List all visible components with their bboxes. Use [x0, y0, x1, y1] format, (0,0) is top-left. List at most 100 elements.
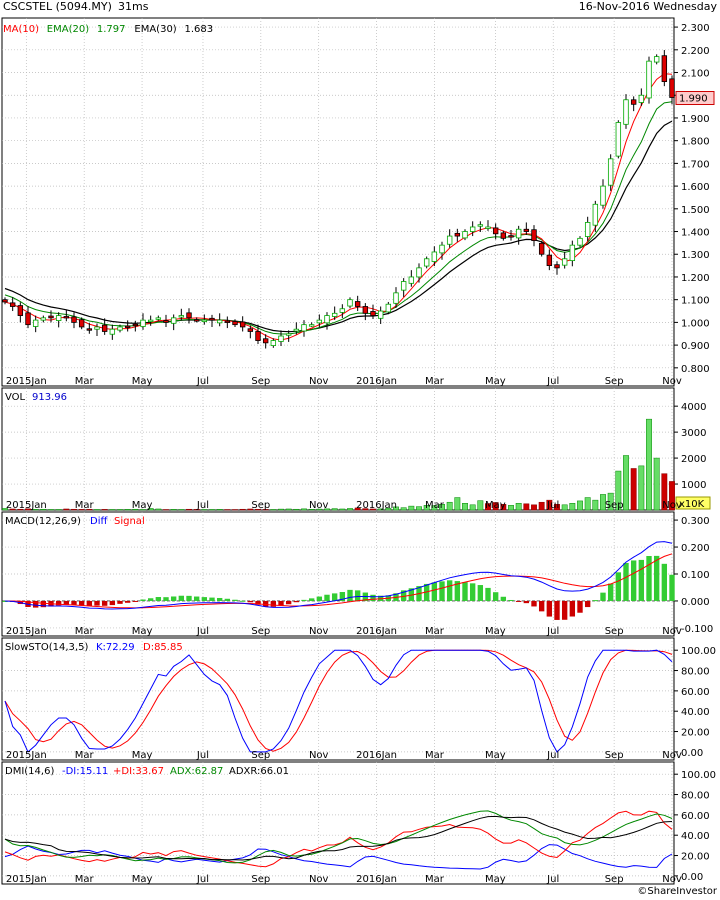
volume-bar: [186, 508, 192, 511]
candle-body: [615, 122, 622, 157]
macd-histogram-bar: [477, 585, 484, 601]
stock-chart[interactable]: 2.3002.2002.1002.0001.9001.8001.7001.600…: [0, 0, 720, 900]
candle-body: [40, 317, 47, 321]
volume-ytick-label: 1000: [681, 480, 706, 491]
price-legend-item: 1.797: [97, 24, 126, 35]
macd-histogram-bar: [554, 600, 560, 620]
candle-body: [400, 281, 407, 291]
candle-body: [224, 320, 231, 323]
macd-histogram-bar: [561, 600, 568, 620]
macd-histogram-bar: [523, 600, 530, 604]
macd-histogram-bar: [308, 598, 315, 601]
macd-histogram-bar: [140, 599, 146, 601]
sto-month-label: Jul: [546, 750, 559, 761]
candle-body: [485, 226, 491, 229]
candle-body: [147, 319, 154, 323]
candle-body: [531, 229, 537, 242]
macd-histogram-bar: [170, 596, 177, 601]
dmi-plus-di-legend: +DI:33.67: [113, 766, 164, 777]
sto-month-label: Mar: [425, 750, 445, 761]
price-ytick-label: 1.600: [681, 182, 710, 193]
candle-body: [477, 224, 484, 227]
candle-body: [178, 315, 185, 318]
volume-bar: [155, 508, 162, 511]
macd-histogram-bar: [347, 589, 353, 601]
price-month-label: Mar: [425, 376, 445, 387]
volume-bar: [339, 508, 346, 511]
macd-histogram-bar: [584, 600, 591, 608]
macd-histogram-bar: [124, 600, 131, 603]
dmi-ytick-label: 80.00: [681, 791, 710, 802]
macd-histogram-bar: [469, 583, 476, 601]
volume-bar: [515, 503, 522, 511]
candle-body: [124, 325, 131, 328]
candle-body: [324, 315, 330, 324]
dmi-month-label: Jul: [196, 874, 209, 885]
volume-ytick-label: 2000: [681, 454, 706, 465]
volume-month-label: Jul: [196, 500, 209, 511]
macd-histogram-bar: [224, 598, 231, 601]
price-month-label: Sep: [605, 376, 624, 387]
dmi-ytick-label: 40.00: [681, 831, 710, 842]
macd-month-label: May: [485, 626, 506, 637]
dmi-month-label: May: [485, 874, 506, 885]
candle-body: [500, 232, 507, 239]
macd-histogram-bar: [316, 596, 323, 601]
candle-body: [293, 328, 300, 332]
price-ytick-label: 1.200: [681, 273, 710, 284]
candle-body: [132, 323, 139, 327]
macd-histogram-bar: [186, 595, 192, 601]
candle-body: [155, 317, 162, 320]
macd-month-label: May: [132, 626, 153, 637]
price-month-label: Jul: [546, 376, 559, 387]
candle-body: [63, 316, 70, 319]
volume-bar: [278, 508, 284, 511]
macd-ytick-label: 0.000: [681, 597, 710, 608]
volume-bar: [163, 509, 169, 511]
macd-histogram-bar: [446, 580, 453, 601]
dmi-month-label: Nov: [662, 874, 682, 885]
candle-body: [362, 306, 369, 314]
macd-histogram-bar: [600, 592, 606, 601]
price-month-label: May: [485, 376, 506, 387]
macd-histogram-bar: [531, 600, 537, 607]
volume-bar: [469, 504, 476, 511]
price-ytick-label: 2.100: [681, 69, 710, 80]
candle-body: [630, 99, 637, 105]
macd-histogram-bar: [147, 598, 154, 601]
macd-histogram-bar: [462, 582, 468, 601]
macd-histogram-bar: [270, 600, 277, 607]
sto-ytick-label: 100.00: [681, 646, 716, 657]
candle-body: [17, 305, 24, 316]
dmi-month-label: Sep: [605, 874, 624, 885]
macd-month-label: Sep: [251, 626, 270, 637]
macd-histogram-bar: [577, 600, 583, 613]
macd-month-label: 2016Jan: [356, 626, 397, 637]
volume-bar: [508, 505, 514, 511]
price-ytick-label: 0.900: [681, 341, 710, 352]
sto-month-label: May: [485, 750, 506, 761]
volume-bar: [293, 508, 300, 511]
candle-body: [600, 185, 606, 206]
macd-histogram-bar: [86, 600, 93, 607]
macd-histogram-bar: [492, 592, 499, 601]
macd-histogram-bar: [293, 600, 300, 603]
macd-histogram-bar: [262, 600, 269, 607]
macd-histogram-bar: [109, 600, 116, 606]
macd-histogram-bar: [301, 599, 307, 601]
price-month-label: Mar: [75, 376, 95, 387]
price-month-label: Nov: [309, 376, 329, 387]
price-ytick-label: 1.500: [681, 205, 710, 216]
candle-body: [661, 55, 668, 83]
candle-body: [25, 312, 31, 326]
volume-bar: [216, 509, 223, 511]
volume-value: 913.96: [32, 392, 67, 403]
macd-histogram-bar: [439, 581, 445, 601]
macd-histogram-bar: [216, 597, 223, 601]
candle-body: [2, 299, 8, 303]
macd-histogram-bar: [155, 597, 162, 601]
macd-month-label: Mar: [75, 626, 95, 637]
candle-body: [354, 301, 361, 307]
candle-body: [370, 311, 376, 316]
price-ytick-label: 2.200: [681, 46, 710, 57]
